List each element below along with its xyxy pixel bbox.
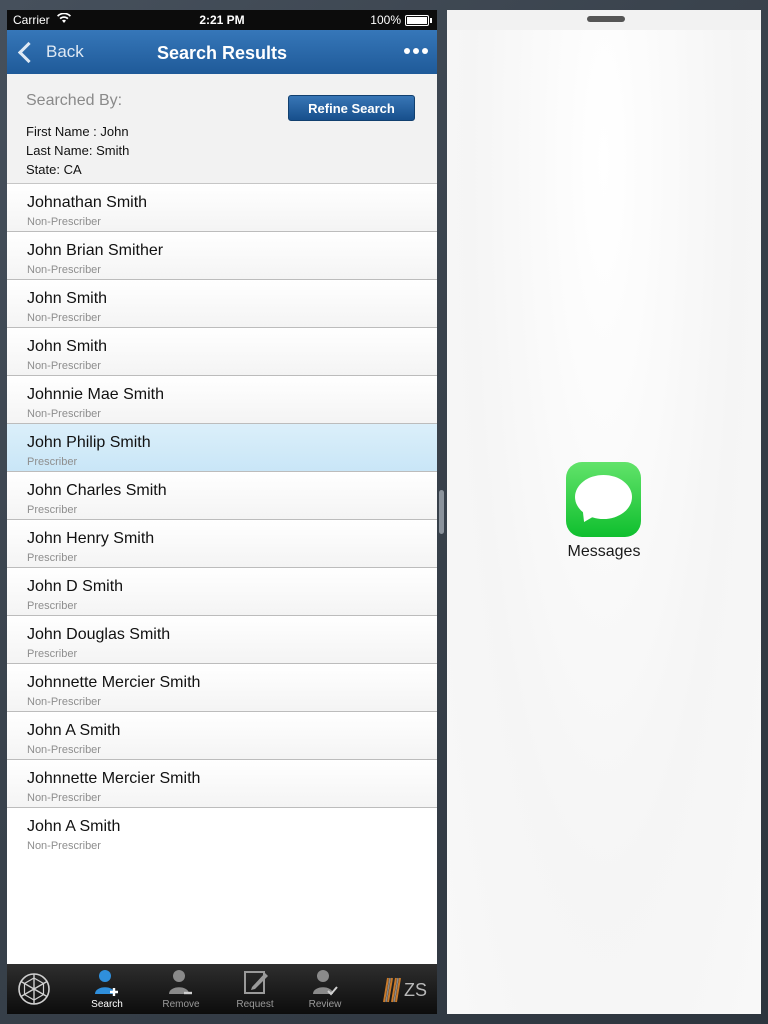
request-edit-icon: [244, 971, 268, 994]
list-item[interactable]: John Charles Smith Prescriber: [7, 472, 437, 520]
search-person-icon: [95, 970, 118, 996]
list-item[interactable]: John Smith Non-Prescriber: [7, 280, 437, 328]
result-role: Non-Prescriber: [27, 792, 101, 804]
list-item[interactable]: John D Smith Prescriber: [7, 568, 437, 616]
list-item[interactable]: John A Smith Non-Prescriber: [7, 712, 437, 760]
result-role: Non-Prescriber: [27, 264, 101, 276]
result-name: John A Smith: [27, 722, 121, 739]
result-role: Non-Prescriber: [27, 744, 101, 756]
tab-bar: Search Remove Request Review ZS: [7, 964, 437, 1014]
result-name: John Smith: [27, 290, 108, 307]
brand-logo-icon[interactable]: [17, 972, 51, 1011]
app-pane-right: Messages: [447, 10, 761, 1014]
split-view-divider-handle[interactable]: [439, 490, 444, 534]
zs-logo-icon: ZS: [382, 974, 428, 1009]
result-name: Johnathan Smith: [27, 194, 148, 211]
result-name: John Smith: [27, 338, 108, 355]
review-person-icon: [313, 970, 338, 996]
search-criteria-panel: Searched By: First Name : John Last Name…: [7, 74, 437, 184]
list-item[interactable]: John Douglas Smith Prescriber: [7, 616, 437, 664]
result-role: Prescriber: [27, 600, 78, 612]
messages-app-label: Messages: [567, 543, 641, 560]
result-name: Johnnette Mercier Smith: [27, 674, 201, 691]
criteria-state: State: CA: [26, 162, 82, 177]
result-name: John A Smith: [27, 818, 121, 835]
list-item[interactable]: Johnnette Mercier Smith Non-Prescriber: [7, 664, 437, 712]
tab-label-request: Request: [236, 999, 274, 1010]
page-title: Search Results: [156, 43, 288, 63]
battery-icon: [405, 15, 432, 26]
tab-remove[interactable]: Remove: [151, 964, 211, 1014]
result-role: Non-Prescriber: [27, 408, 101, 420]
result-role: Non-Prescriber: [27, 216, 101, 228]
result-name: John D Smith: [27, 578, 124, 595]
slide-over-grabber[interactable]: [587, 16, 625, 22]
result-name: John Charles Smith: [27, 482, 167, 499]
result-role: Prescriber: [27, 552, 78, 564]
result-name: John Philip Smith: [27, 434, 151, 451]
messages-app-icon[interactable]: [566, 462, 641, 537]
result-name: John Douglas Smith: [27, 626, 171, 643]
criteria-last-name: Last Name: Smith: [26, 143, 130, 158]
result-name: John Henry Smith: [27, 530, 155, 547]
tab-label-remove: Remove: [162, 999, 200, 1010]
zs-logo-text: ZS: [404, 980, 427, 1000]
result-name: John Brian Smither: [27, 242, 164, 259]
searched-by-heading: Searched By:: [26, 92, 123, 109]
result-role: Prescriber: [27, 504, 78, 516]
list-item[interactable]: Johnnette Mercier Smith Non-Prescriber: [7, 760, 437, 808]
tab-search[interactable]: Search: [77, 964, 137, 1014]
list-item-selected[interactable]: John Philip Smith Prescriber: [7, 424, 437, 472]
list-item[interactable]: John A Smith Non-Prescriber: [7, 808, 437, 855]
criteria-first-name: First Name : John: [26, 124, 129, 139]
navigation-bar: Back Search Results: [7, 30, 437, 74]
app-pane-left: Carrier 2:21 PM 100% Back Search Results…: [7, 10, 437, 1014]
result-role: Prescriber: [27, 456, 78, 468]
list-item[interactable]: John Henry Smith Prescriber: [7, 520, 437, 568]
result-role: Non-Prescriber: [27, 360, 101, 372]
refine-search-button[interactable]: Refine Search: [288, 95, 415, 121]
battery-percent: 100%: [370, 13, 401, 27]
list-item[interactable]: John Smith Non-Prescriber: [7, 328, 437, 376]
more-options-icon[interactable]: [404, 48, 428, 54]
tab-review[interactable]: Review: [295, 964, 355, 1014]
tab-label-search: Search: [91, 999, 123, 1010]
result-role: Prescriber: [27, 648, 78, 660]
result-role: Non-Prescriber: [27, 840, 101, 852]
list-item[interactable]: Johnathan Smith Non-Prescriber: [7, 184, 437, 232]
results-list: Johnathan Smith Non-Prescriber John Bria…: [7, 184, 437, 855]
list-item[interactable]: John Brian Smither Non-Prescriber: [7, 232, 437, 280]
result-name: Johnnette Mercier Smith: [27, 770, 201, 787]
result-role: Non-Prescriber: [27, 312, 101, 324]
list-item[interactable]: Johnnie Mae Smith Non-Prescriber: [7, 376, 437, 424]
status-bar: Carrier 2:21 PM 100%: [7, 10, 437, 30]
remove-person-icon: [169, 970, 192, 995]
tab-request[interactable]: Request: [225, 964, 285, 1014]
result-role: Non-Prescriber: [27, 696, 101, 708]
result-name: Johnnie Mae Smith: [27, 386, 164, 403]
tab-label-review: Review: [308, 999, 342, 1010]
